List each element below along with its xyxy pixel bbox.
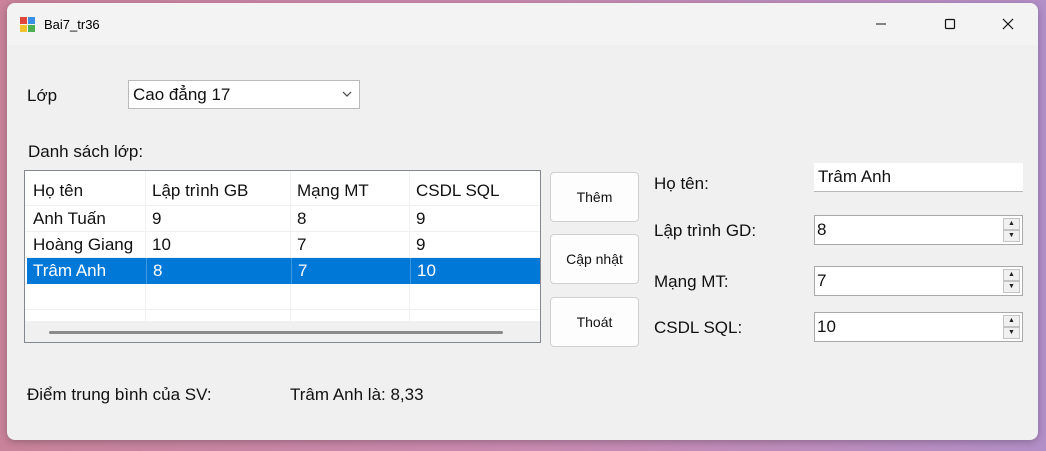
name-label: Họ tên:: [654, 174, 709, 193]
cell-name: Anh Tuấn: [33, 209, 106, 228]
cell-sql: 10: [410, 258, 540, 284]
cell-programming: 10: [152, 235, 171, 254]
column-header-programming[interactable]: Lập trình GB: [146, 178, 290, 204]
table-row[interactable]: Anh Tuấn 9 8 9: [25, 206, 540, 232]
table-row[interactable]: Hoàng Giang 10 7 9: [25, 232, 540, 258]
class-combobox[interactable]: Cao đẳng 17: [128, 80, 360, 109]
column-header-name[interactable]: Họ tên: [27, 178, 145, 204]
chevron-down-icon: [342, 91, 352, 97]
column-header-network[interactable]: Mạng MT: [291, 178, 409, 204]
programming-stepper[interactable]: 8 ▲ ▼: [814, 215, 1023, 245]
network-stepper-value: 7: [817, 271, 827, 290]
class-label: Lớp: [27, 86, 58, 105]
grid-line: [25, 309, 540, 310]
programming-stepper-value: 8: [817, 220, 827, 239]
spin-up-icon[interactable]: ▲: [1003, 315, 1020, 327]
cell-programming: 9: [152, 209, 162, 228]
class-list-label: Danh sách lớp:: [28, 142, 144, 161]
name-field-value: Trâm Anh: [818, 167, 892, 186]
sql-label: CSDL SQL:: [654, 318, 743, 337]
horizontal-scrollbar[interactable]: [25, 321, 540, 342]
minimize-icon: [876, 23, 886, 25]
exit-button[interactable]: Thoát: [550, 297, 639, 347]
column-header-sql[interactable]: CSDL SQL: [410, 178, 540, 204]
spin-up-icon[interactable]: ▲: [1003, 218, 1020, 230]
cell-name: Trâm Anh: [33, 261, 107, 280]
network-label: Mạng MT:: [654, 272, 729, 291]
cell-name: Hoàng Giang: [33, 235, 134, 254]
spin-buttons: ▲ ▼: [1003, 218, 1020, 242]
maximize-button[interactable]: [927, 3, 973, 45]
cell-sql: 9: [416, 209, 426, 228]
sql-stepper[interactable]: 10 ▲ ▼: [814, 312, 1023, 342]
title-bar[interactable]: Bai7_tr36: [7, 3, 1038, 45]
student-listview[interactable]: Họ tên Lập trình GB Mạng MT CSDL SQL Anh…: [24, 170, 541, 343]
spin-down-icon[interactable]: ▼: [1003, 327, 1020, 339]
spin-buttons: ▲ ▼: [1003, 315, 1020, 339]
maximize-icon: [944, 18, 956, 30]
sql-stepper-value: 10: [817, 317, 836, 336]
app-window: Bai7_tr36 Lớp Cao đẳng 17 Danh sách lớp:…: [7, 3, 1038, 440]
app-icon: [20, 17, 36, 33]
cell-network: 8: [297, 209, 307, 228]
window-title: Bai7_tr36: [44, 17, 100, 32]
cell-network: 7: [297, 235, 307, 254]
spin-up-icon[interactable]: ▲: [1003, 269, 1020, 281]
add-button[interactable]: Thêm: [550, 172, 639, 222]
average-value: Trâm Anh là: 8,33: [290, 385, 424, 404]
programming-label: Lập trình GD:: [654, 221, 757, 240]
spin-down-icon[interactable]: ▼: [1003, 281, 1020, 293]
spin-buttons: ▲ ▼: [1003, 269, 1020, 293]
update-button[interactable]: Cập nhật: [550, 234, 639, 284]
table-row-selected[interactable]: Trâm Anh 8 7 10: [27, 258, 540, 284]
cell-sql: 9: [416, 235, 426, 254]
average-label: Điểm trung bình của SV:: [27, 385, 212, 404]
listview-header: Họ tên Lập trình GB Mạng MT CSDL SQL: [25, 178, 540, 204]
class-combobox-value: Cao đẳng 17: [133, 85, 231, 104]
network-stepper[interactable]: 7 ▲ ▼: [814, 266, 1023, 296]
name-field[interactable]: Trâm Anh: [814, 163, 1023, 192]
close-icon: [1002, 18, 1014, 30]
cell-network: 7: [291, 258, 409, 284]
cell-programming: 8: [146, 258, 290, 284]
spin-down-icon[interactable]: ▼: [1003, 230, 1020, 242]
scrollbar-thumb[interactable]: [49, 331, 503, 334]
close-button[interactable]: [985, 3, 1031, 45]
minimize-button[interactable]: [858, 3, 904, 45]
